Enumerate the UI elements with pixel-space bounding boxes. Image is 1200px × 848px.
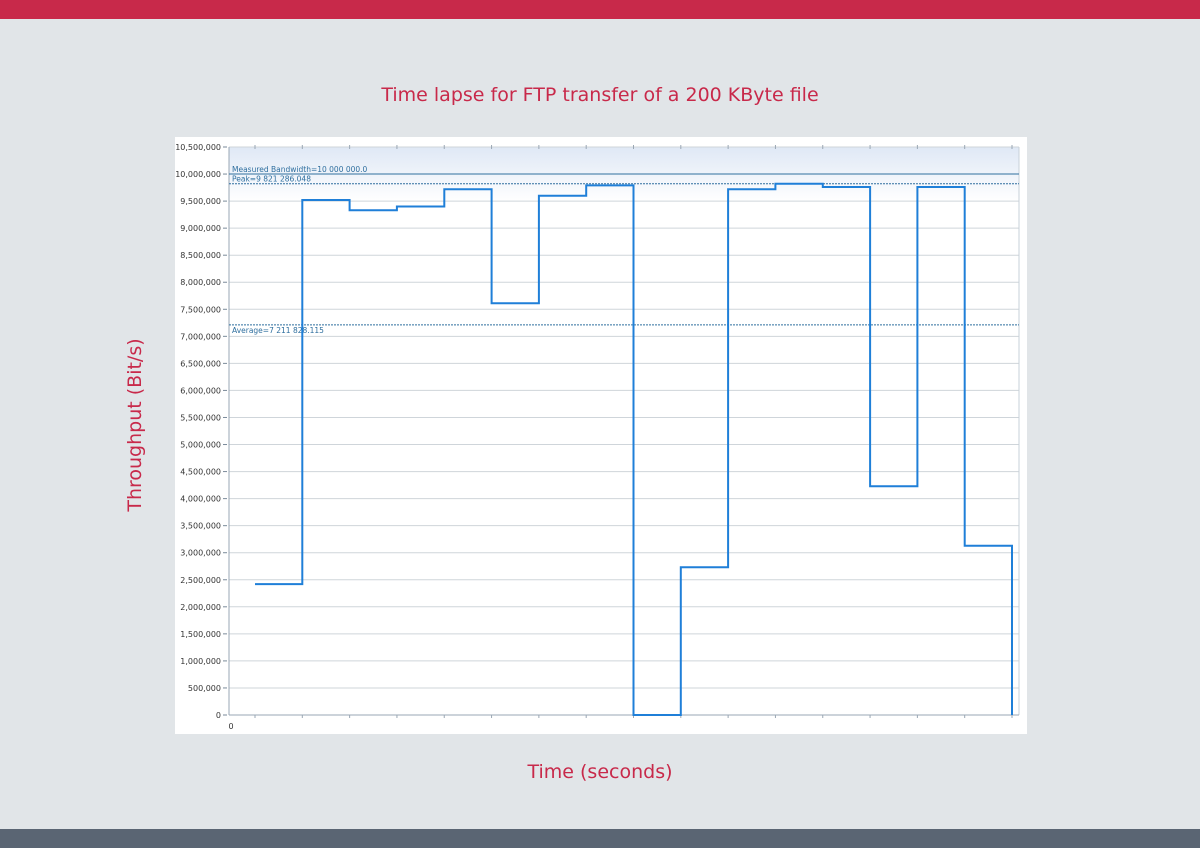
series-line bbox=[255, 182, 1013, 716]
y-tick-label: 0 bbox=[216, 711, 221, 720]
y-axis-ticks: 0 500,000 1,000,000 1,500,000 2,000,000 2,500… bbox=[175, 143, 227, 720]
x-tick-label: 0 bbox=[228, 722, 233, 731]
chart-title: Time lapse for FTP transfer of a 200 KBy… bbox=[381, 84, 819, 106]
series-layer bbox=[255, 182, 1013, 716]
y-tick-label: 8,500,000 bbox=[180, 251, 221, 260]
x-axis-ticks: 0 bbox=[228, 145, 1013, 731]
y-axis-title: Throughput (Bit/s) bbox=[124, 338, 146, 512]
y-tick-label: 5,000,000 bbox=[180, 441, 221, 450]
y-tick-label: 9,000,000 bbox=[180, 224, 221, 233]
y-tick-label: 4,500,000 bbox=[180, 468, 221, 477]
y-tick-label: 5,500,000 bbox=[180, 413, 221, 422]
y-tick-label: 10,500,000 bbox=[175, 143, 221, 152]
y-tick-label: 8,000,000 bbox=[180, 278, 221, 287]
y-tick-label: 3,500,000 bbox=[180, 522, 221, 531]
footer-bar bbox=[0, 829, 1200, 848]
x-axis-title: Time (seconds) bbox=[527, 761, 673, 783]
reference-line-label: Peak=9 821 286.048 bbox=[232, 175, 311, 184]
header-bar bbox=[0, 0, 1200, 19]
y-tick-label: 10,000,000 bbox=[175, 170, 221, 179]
y-tick-label: 7,500,000 bbox=[180, 305, 221, 314]
y-tick-label: 7,000,000 bbox=[180, 332, 221, 341]
y-tick-label: 500,000 bbox=[188, 684, 221, 693]
y-tick-label: 9,500,000 bbox=[180, 197, 221, 206]
y-tick-label: 1,000,000 bbox=[180, 657, 221, 666]
y-tick-label: 2,500,000 bbox=[180, 576, 221, 585]
plot-panel: 0 500,000 1,000,000 1,500,000 2,000,000 2,500… bbox=[175, 137, 1027, 734]
reference-line-label: Measured Bandwidth=10 000 000.0 bbox=[232, 165, 368, 174]
y-tick-label: 2,000,000 bbox=[180, 603, 221, 612]
reference-line-label: Average=7 211 828.115 bbox=[232, 326, 324, 335]
throughput-chart: 0 500,000 1,000,000 1,500,000 2,000,000 2,500… bbox=[175, 143, 1020, 731]
y-tick-label: 1,500,000 bbox=[180, 630, 221, 639]
y-tick-label: 3,000,000 bbox=[180, 549, 221, 558]
grid-lines bbox=[228, 146, 1020, 716]
y-tick-label: 4,000,000 bbox=[180, 495, 221, 504]
y-tick-label: 6,000,000 bbox=[180, 386, 221, 395]
y-tick-label: 6,500,000 bbox=[180, 359, 221, 368]
